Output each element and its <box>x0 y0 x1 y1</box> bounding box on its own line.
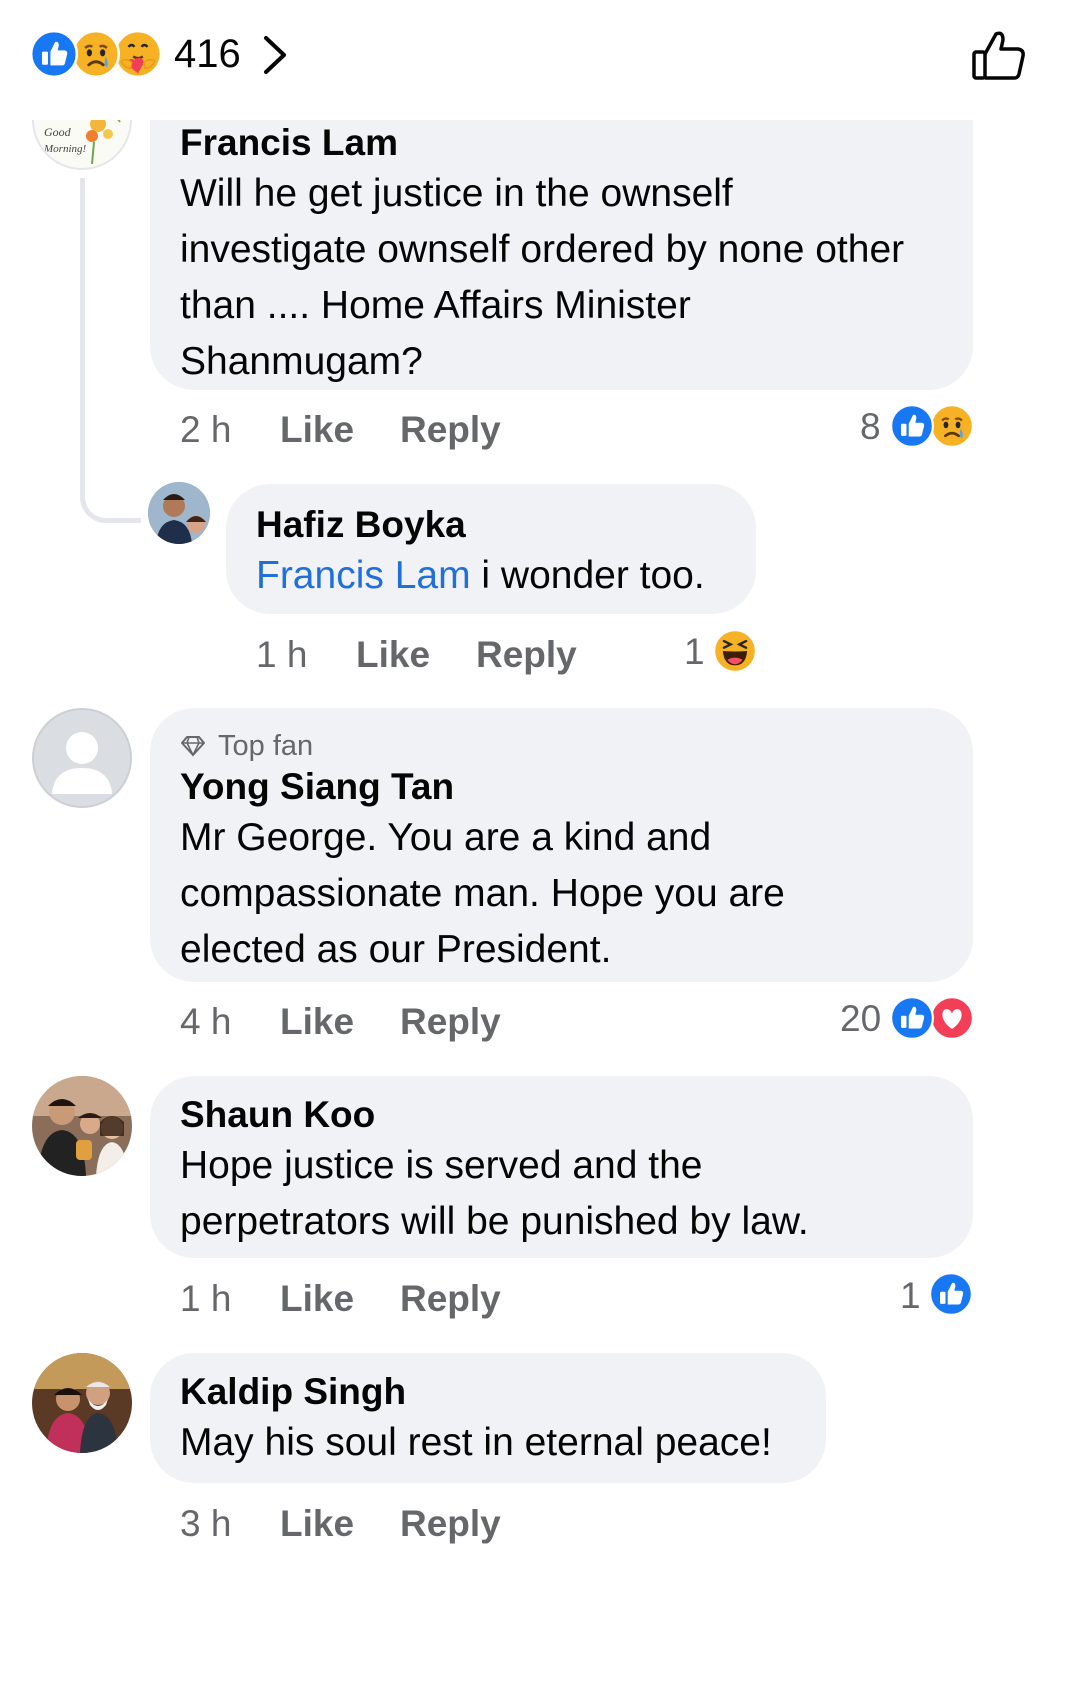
comment-reaction-count[interactable]: 1 <box>684 630 705 674</box>
comment-text: May his soul rest in eternal peace! <box>180 1421 772 1464</box>
comment-timestamp: 1 h <box>256 634 308 675</box>
reaction-total[interactable]: 416 <box>174 26 241 82</box>
comment-reaction-icons[interactable] <box>888 994 974 1042</box>
comment-line: perpetrators will be punished by law. <box>180 1200 809 1243</box>
comment-line: Shanmugam? <box>180 340 423 383</box>
diamond-icon <box>181 736 205 757</box>
comment-reaction-icons[interactable] <box>888 402 974 450</box>
comment-line: Will he get justice in the ownself <box>180 172 733 215</box>
haha-icon <box>713 629 757 673</box>
svg-text:Morning!: Morning! <box>43 143 87 155</box>
comment-bubble-yong-siang-tan[interactable]: Top fan Yong Siang Tan Mr George. You ar… <box>150 708 973 982</box>
comment-reaction-count[interactable]: 1 <box>900 1274 921 1318</box>
comment-reaction-icons[interactable] <box>712 628 758 674</box>
comment-line: investigate ownself ordered by none othe… <box>180 228 905 271</box>
like-button[interactable]: Like <box>280 1277 354 1321</box>
comment-text: Will he get justice in the ownself inves… <box>180 166 960 390</box>
like-button[interactable]: Like <box>280 1502 354 1546</box>
comment-bubble-francis-lam[interactable]: Francis Lam Will he get justice in the o… <box>150 112 973 390</box>
comment-author[interactable]: Francis Lam <box>180 120 398 166</box>
comment-line: Hope justice is served and the <box>180 1144 703 1187</box>
love-icon <box>930 996 974 1040</box>
comment-reaction-icons[interactable] <box>928 1270 974 1318</box>
comment-bubble-kaldip-singh[interactable]: Kaldip Singh May his soul rest in eterna… <box>150 1353 826 1483</box>
comment-timestamp: 4 h <box>180 1001 232 1042</box>
comment-text: Hope justice is served and the perpetrat… <box>180 1138 960 1250</box>
comment-reaction-count[interactable]: 20 <box>840 997 881 1041</box>
comment-bubble-shaun-koo[interactable]: Shaun Koo Hope justice is served and the… <box>150 1076 973 1258</box>
profile-photo <box>32 1076 132 1176</box>
top-fan-badge: Top fan <box>180 728 313 764</box>
comment-author[interactable]: Hafiz Boyka <box>256 502 466 548</box>
sad-icon <box>930 404 974 448</box>
like-button[interactable]: Like <box>280 1000 354 1044</box>
reply-button[interactable]: Reply <box>400 1277 501 1321</box>
reply-button[interactable]: Reply <box>476 633 577 677</box>
like-icon <box>30 30 78 78</box>
care-icon <box>114 30 162 78</box>
badge-label: Top fan <box>218 730 314 762</box>
comment-timestamp: 1 h <box>180 1278 232 1319</box>
reactions-header: 416 <box>0 0 1080 120</box>
comment-text: Mr George. You are a kind and compassion… <box>180 810 960 978</box>
comment-timestamp: 2 h <box>180 409 232 450</box>
svg-text:Good: Good <box>44 125 72 139</box>
comment-line: elected as our President. <box>180 928 612 971</box>
comment-text-body: i wonder too. <box>470 554 705 597</box>
reply-bubble-hafiz-boyka[interactable]: Hafiz Boyka Francis Lam i wonder too. <box>226 484 756 614</box>
comment-author[interactable]: Shaun Koo <box>180 1092 375 1138</box>
avatar-yong-siang-tan[interactable] <box>32 708 132 808</box>
avatar-hafiz-boyka[interactable] <box>148 482 210 544</box>
default-avatar-icon <box>52 732 112 794</box>
thumbs-up-outline-icon[interactable] <box>970 26 1028 84</box>
like-icon <box>890 996 934 1040</box>
avatar-shaun-koo[interactable] <box>32 1076 132 1176</box>
mention-link[interactable]: Francis Lam <box>256 554 471 597</box>
profile-photo <box>148 482 210 544</box>
like-button[interactable]: Like <box>280 408 354 452</box>
comment-author[interactable]: Yong Siang Tan <box>180 764 454 810</box>
like-icon <box>929 1272 973 1316</box>
comment-timestamp: 3 h <box>180 1503 232 1544</box>
comment-line: Mr George. You are a kind and <box>180 816 712 859</box>
comment-line: compassionate man. Hope you are <box>180 872 785 915</box>
profile-photo <box>32 1353 132 1453</box>
reaction-summary-icons[interactable] <box>30 30 164 78</box>
comment-reaction-count[interactable]: 8 <box>860 405 881 449</box>
like-icon <box>890 404 934 448</box>
comment-author[interactable]: Kaldip Singh <box>180 1369 406 1415</box>
comment-line: than .... Home Affairs Minister <box>180 284 691 327</box>
sad-icon <box>72 30 120 78</box>
reply-thread-connector <box>80 178 141 523</box>
reply-button[interactable]: Reply <box>400 1502 501 1546</box>
reply-button[interactable]: Reply <box>400 408 501 452</box>
like-button[interactable]: Like <box>356 633 430 677</box>
avatar-kaldip-singh[interactable] <box>32 1353 132 1453</box>
chevron-right-icon[interactable] <box>262 35 288 75</box>
comment-text: Francis Lam i wonder too. <box>256 548 705 604</box>
reply-button[interactable]: Reply <box>400 1000 501 1044</box>
